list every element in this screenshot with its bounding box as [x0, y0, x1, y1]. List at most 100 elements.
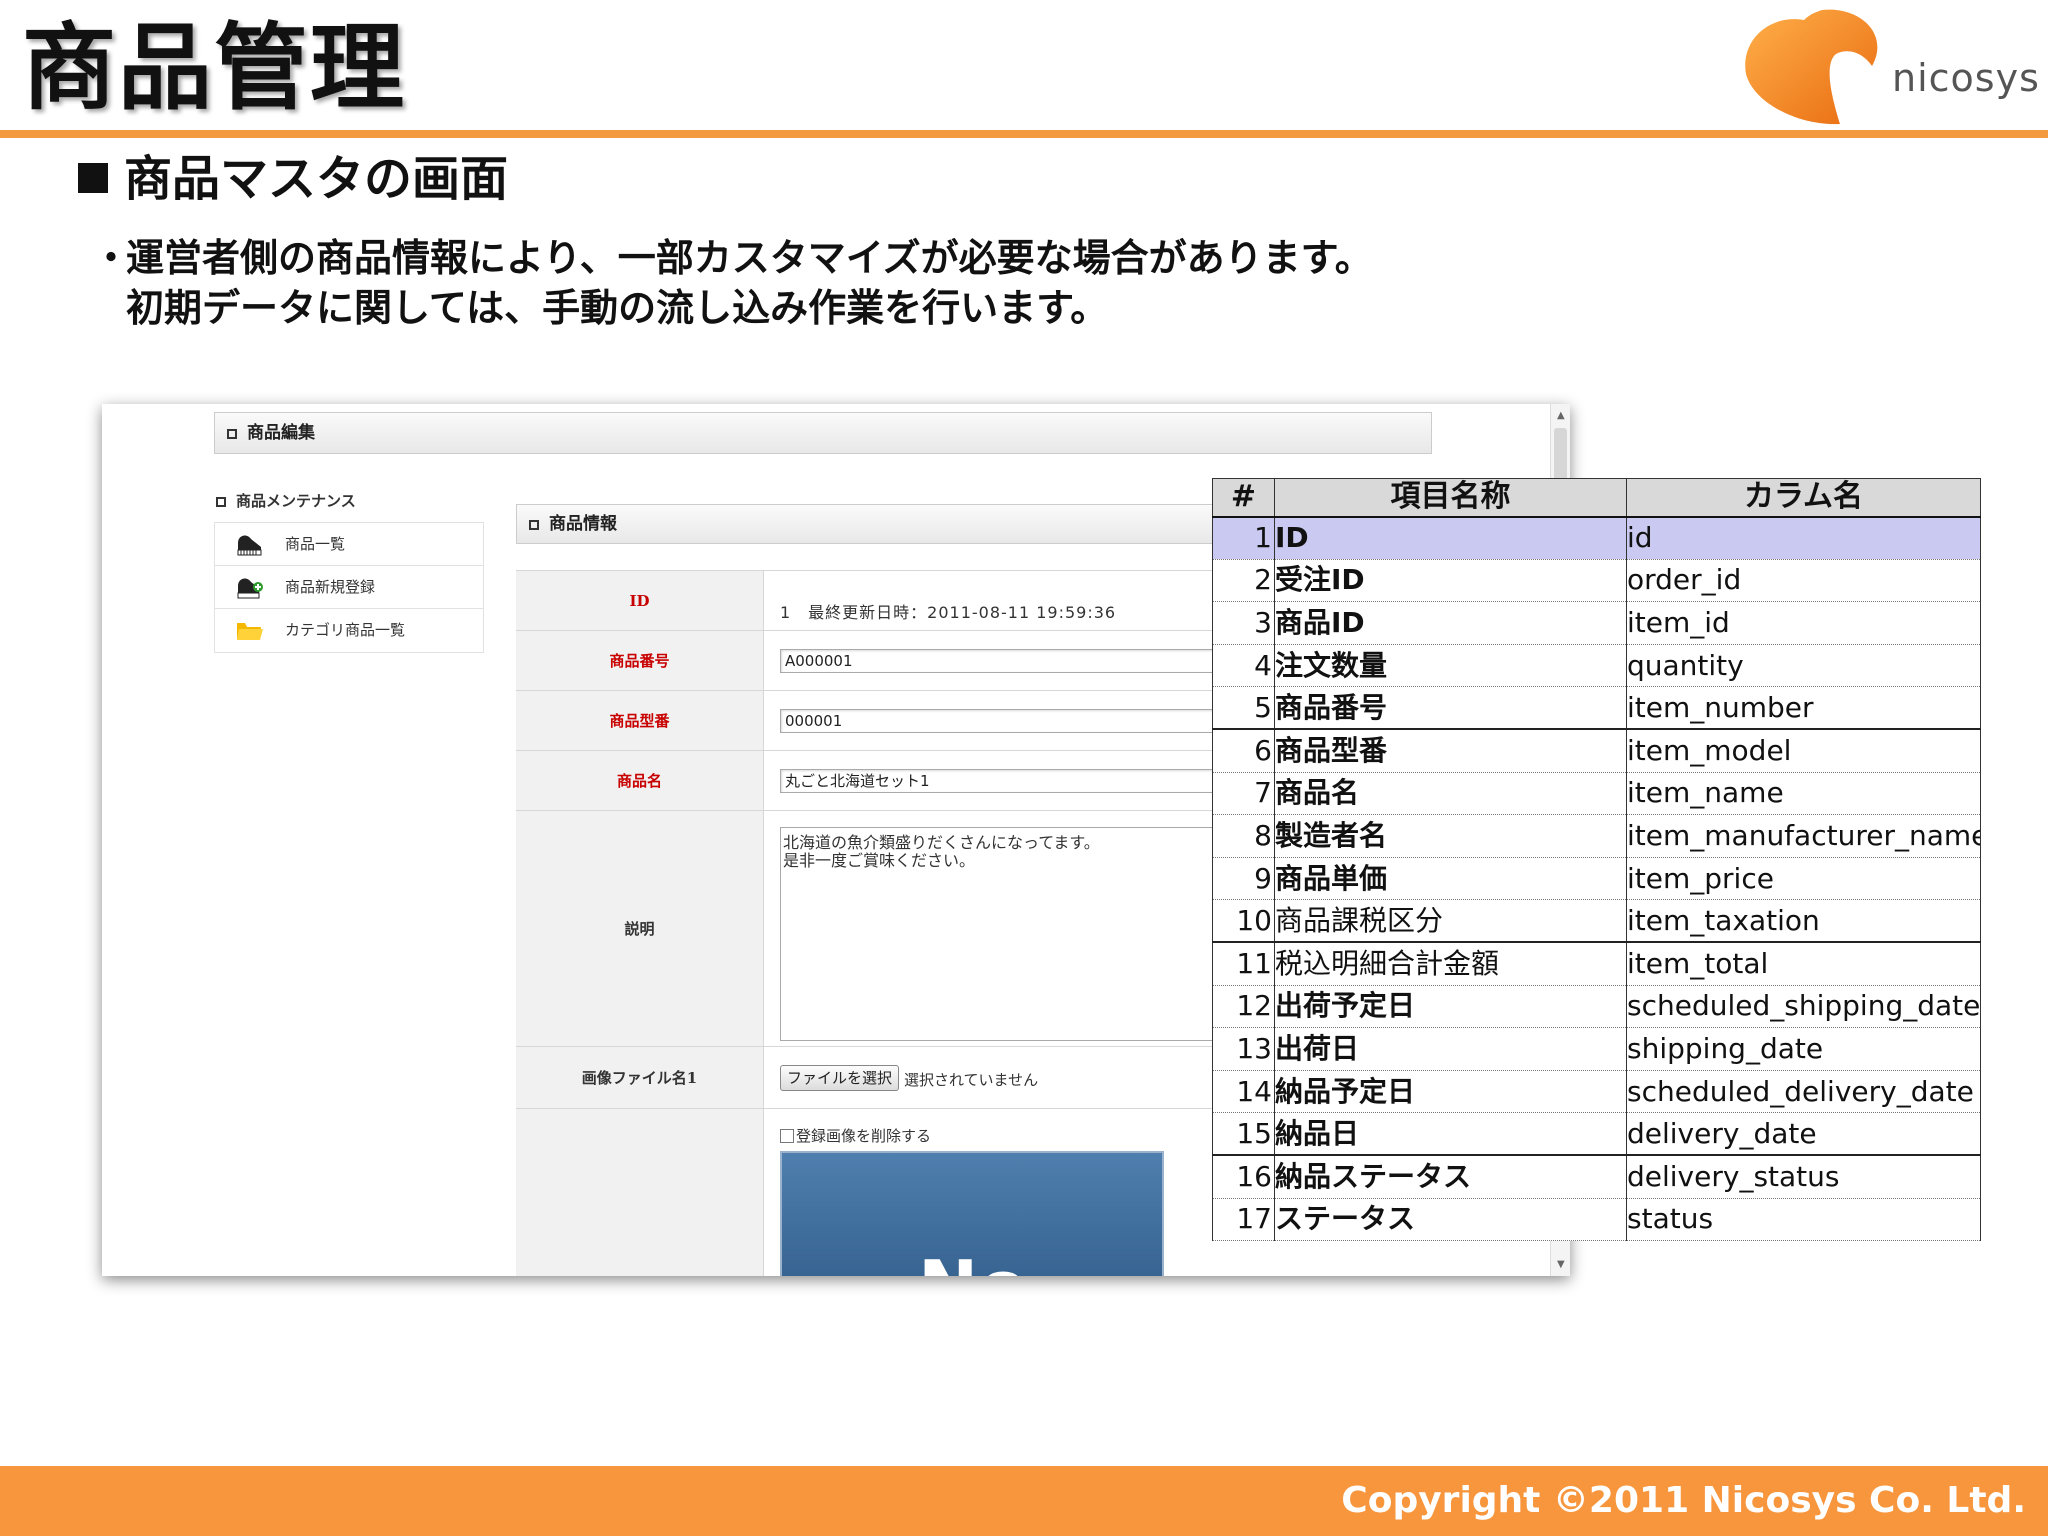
row-number: 15	[1212, 1112, 1275, 1157]
scroll-up-arrow-icon[interactable]: ▲	[1557, 410, 1565, 421]
no-image-text: No	[918, 1245, 1028, 1276]
table-body: 1 ID id 2 受注ID order_id 3 商品ID item_id 4 注文数量 quant…	[1212, 516, 1981, 1242]
table-row: 13 出荷日 shipping_date	[1212, 1027, 1981, 1071]
sidebar-menu: 商品一覧 商品新規登録 カテゴリ商品一覧	[214, 522, 484, 653]
slide-title: 商品管理	[22, 14, 407, 123]
row-column-name: item_total	[1626, 942, 1981, 986]
row-item-name: 商品単価	[1274, 857, 1627, 901]
square-bullet-icon	[78, 163, 108, 193]
row-column-name: item_price	[1626, 857, 1981, 901]
edit-panel-title: 商品編集	[247, 423, 315, 443]
bullet-line-2: 初期データに関しては、手動の流し込み作業を行います。	[126, 286, 1109, 330]
row-number: 8	[1212, 814, 1275, 858]
field-label: 画像ファイル名1	[516, 1047, 764, 1108]
box-bullet-icon	[216, 497, 226, 507]
header-item-name: 項目名称	[1274, 478, 1627, 518]
piano-icon	[237, 535, 262, 556]
row-column-name: scheduled_delivery_date	[1626, 1070, 1981, 1114]
sidebar-item-new-product[interactable]: 商品新規登録	[215, 566, 483, 609]
row-item-name: 受注ID	[1274, 559, 1627, 603]
row-number: 11	[1212, 942, 1275, 986]
row-number: 7	[1212, 772, 1275, 816]
logo-text: nicosys	[1892, 56, 2040, 100]
row-number: 17	[1212, 1198, 1275, 1242]
checkbox-box[interactable]	[780, 1129, 794, 1143]
table-row: 12 出荷予定日 scheduled_shipping_date	[1212, 985, 1981, 1029]
sidebar-heading: 商品メンテナンス	[216, 490, 356, 511]
table-row: 9 商品単価 item_price	[1212, 857, 1981, 901]
copyright-text: Copyright ©2011 Nicosys Co. Ltd.	[1341, 1480, 2026, 1521]
table-row: 8 製造者名 item_manufacturer_name	[1212, 814, 1981, 858]
delete-image-checkbox[interactable]: 登録画像を削除する	[780, 1125, 931, 1146]
table-header-row: # 項目名称 カラム名	[1212, 478, 1981, 518]
row-column-name: status	[1626, 1198, 1981, 1242]
field-label: 商品型番	[516, 691, 764, 750]
table-row: 16 納品ステータス delivery_status	[1212, 1155, 1981, 1199]
field-label: 商品番号	[516, 631, 764, 690]
row-number: 12	[1212, 985, 1275, 1029]
row-item-name: 納品予定日	[1274, 1070, 1627, 1114]
row-column-name: item_manufacturer_name	[1626, 814, 1981, 858]
folder-icon	[237, 623, 263, 640]
row-item-name: 納品日	[1274, 1112, 1627, 1157]
row-column-name: item_taxation	[1626, 899, 1981, 944]
scrollbar-thumb[interactable]	[1554, 428, 1567, 480]
header-num: #	[1212, 478, 1275, 518]
table-row: 10 商品課税区分 item_taxation	[1212, 899, 1981, 944]
row-item-name: ID	[1274, 516, 1627, 560]
row-item-name: 注文数量	[1274, 644, 1627, 688]
scroll-down-arrow-icon[interactable]: ▼	[1557, 1259, 1565, 1270]
row-item-name: ステータス	[1274, 1198, 1627, 1242]
row-item-name: 商品名	[1274, 772, 1627, 816]
table-row: 14 納品予定日 scheduled_delivery_date	[1212, 1070, 1981, 1114]
row-item-name: 納品ステータス	[1274, 1155, 1627, 1199]
row-number: 3	[1212, 601, 1275, 645]
table-row: 3 商品ID item_id	[1212, 601, 1981, 645]
table-row: 7 商品名 item_name	[1212, 772, 1981, 816]
field-label: ID	[516, 571, 764, 630]
row-column-name: delivery_status	[1626, 1155, 1981, 1199]
table-row: 11 税込明細合計金額 item_total	[1212, 942, 1981, 986]
row-column-name: order_id	[1626, 559, 1981, 603]
sidebar-item-category-products[interactable]: カテゴリ商品一覧	[215, 609, 483, 652]
row-column-name: item_number	[1626, 686, 1981, 731]
table-row: 5 商品番号 item_number	[1212, 686, 1981, 731]
row-item-name: 出荷日	[1274, 1027, 1627, 1071]
box-bullet-icon	[529, 520, 539, 530]
row-item-name: 商品番号	[1274, 686, 1627, 731]
column-mapping-table: # 項目名称 カラム名 1 ID id 2 受注ID order_id 3 商品ID item_…	[1212, 478, 1981, 1242]
row-column-name: item_id	[1626, 601, 1981, 645]
row-column-name: delivery_date	[1626, 1112, 1981, 1157]
sidebar-item-product-list[interactable]: 商品一覧	[215, 523, 483, 566]
row-item-name: 製造者名	[1274, 814, 1627, 858]
header-divider	[0, 130, 2048, 138]
sidebar-heading-text: 商品メンテナンス	[236, 492, 356, 510]
delete-image-label: 登録画像を削除する	[796, 1127, 932, 1145]
table-row: 6 商品型番 item_model	[1212, 729, 1981, 773]
table-row: 4 注文数量 quantity	[1212, 644, 1981, 688]
sidebar-item-label: カテゴリ商品一覧	[285, 621, 406, 639]
row-column-name: id	[1626, 516, 1981, 560]
file-status-text: 選択されていません	[904, 1071, 1039, 1089]
table-row: 17 ステータス status	[1212, 1198, 1981, 1242]
row-number: 1	[1212, 516, 1275, 560]
row-number: 5	[1212, 686, 1275, 731]
table-row: 15 納品日 delivery_date	[1212, 1112, 1981, 1157]
row-item-name: 出荷予定日	[1274, 985, 1627, 1029]
row-item-name: 税込明細合計金額	[1274, 942, 1627, 986]
row-number: 10	[1212, 899, 1275, 944]
row-column-name: scheduled_shipping_date	[1626, 985, 1981, 1029]
header-column-name: カラム名	[1626, 478, 1981, 518]
row-column-name: quantity	[1626, 644, 1981, 688]
choose-file-button[interactable]: ファイルを選択	[780, 1065, 900, 1091]
field-label: 説明	[516, 811, 764, 1046]
row-column-name: item_name	[1626, 772, 1981, 816]
sidebar-item-label: 商品新規登録	[285, 578, 376, 596]
row-number: 14	[1212, 1070, 1275, 1114]
section-heading: 商品マスタの画面	[78, 148, 508, 210]
table-row: 2 受注ID order_id	[1212, 559, 1981, 603]
id-value: 1 最終更新日時：2011-08-11 19:59:36	[780, 603, 1117, 622]
row-item-name: 商品型番	[1274, 729, 1627, 773]
bullet-line-1: 運営者側の商品情報により、一部カスタマイズが必要な場合があります。	[126, 236, 1373, 280]
bullet-marker: ・	[92, 236, 131, 280]
